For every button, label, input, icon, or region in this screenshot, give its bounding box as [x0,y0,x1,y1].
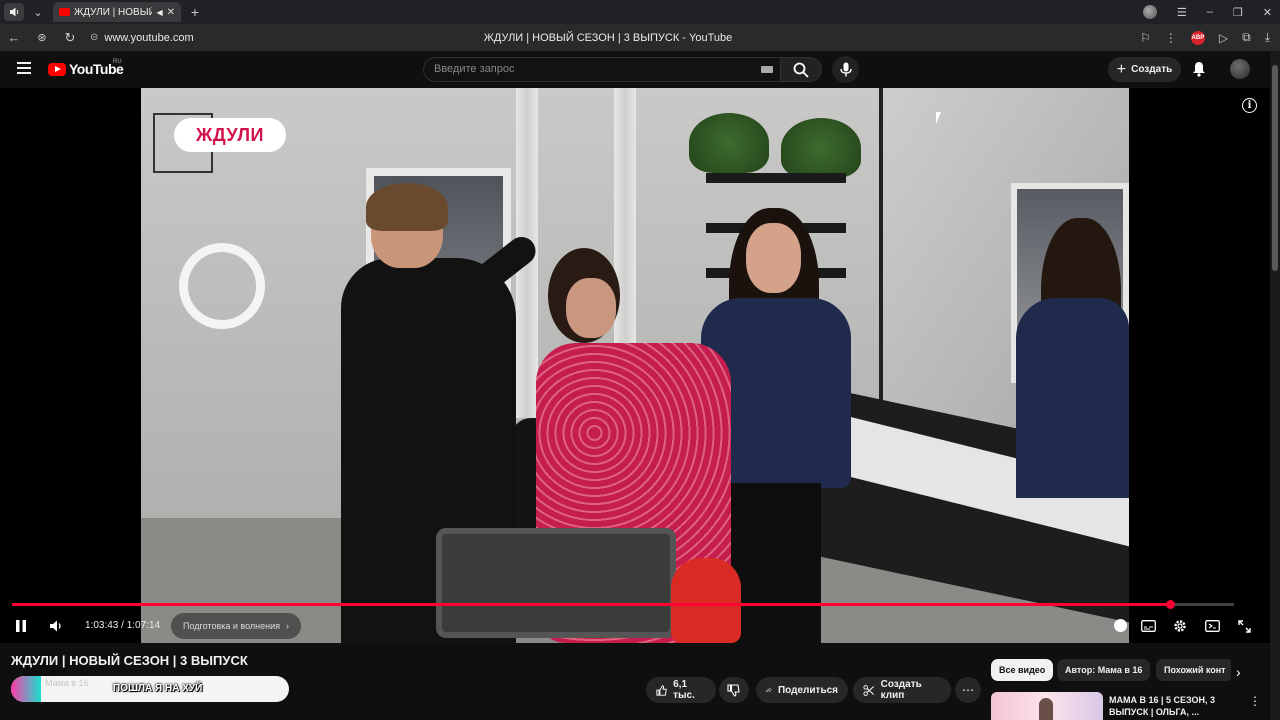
video-frame[interactable]: ЖДУЛИ [141,88,1129,643]
page-scrollbar[interactable] [1270,51,1280,720]
volume-button[interactable] [47,616,65,636]
subtitles-icon [1140,620,1156,632]
channel-avatar[interactable] [11,676,41,702]
minimize-icon[interactable]: – [1207,6,1213,18]
plus-icon: + [1116,60,1127,78]
extensions-icon[interactable]: ⧉ [1242,30,1251,45]
recommendation-item[interactable]: МАМА В 16 | 5 СЕЗОН, 3 ВЫПУСК | ОЛЬГА, .… [991,692,1261,720]
time-display: 1:03:43 / 1:07:14 [85,620,161,631]
keyboard-icon[interactable] [761,66,773,73]
tab-audio-icon[interactable]: ◀ [156,8,162,17]
create-button[interactable]: + Создать [1108,57,1181,82]
vpn-icon[interactable]: ⊛ [28,31,56,44]
tab-title: ЖДУЛИ | НОВЫЙ С [74,6,153,18]
tab-list-chevron-icon[interactable]: ⌄ [27,1,49,23]
youtube-header: YouTube RU Введите запрос + Создать [0,51,1270,87]
channel-row[interactable]: Мама в 16 ПОШЛА Я НА ХУЙ [11,676,289,702]
share-button[interactable]: Поделиться [756,677,848,703]
more-actions-icon[interactable]: ⋯ [955,677,981,703]
progress-bar[interactable] [12,600,1234,609]
chapter-title: Подготовка и волнения [183,621,280,631]
thumbs-up-icon [656,684,667,696]
profile-icon[interactable] [1142,5,1157,19]
browser-tab-active[interactable]: ЖДУЛИ | НОВЫЙ С ◀ ✕ [53,2,181,22]
chip-related[interactable]: Похожий конт [1156,659,1231,681]
reload-icon[interactable]: ↻ [56,30,84,46]
speaker-icon[interactable] [4,3,24,21]
chapter-button[interactable]: Подготовка и волнения › [171,613,301,639]
create-clip-button[interactable]: Создать клип [853,677,951,703]
show-logo-badge: ЖДУЛИ [174,118,286,152]
info-icon[interactable]: i [1242,98,1257,113]
url-field[interactable]: ⊝ www.youtube.com [90,32,194,44]
chip-all-videos[interactable]: Все видео [991,659,1054,681]
new-tab-icon[interactable]: + [187,4,203,20]
restore-icon[interactable]: ❐ [1233,6,1243,19]
pause-button[interactable] [13,616,29,636]
share-label: Поделиться [777,684,838,696]
dislike-button[interactable] [719,677,749,703]
pause-icon [16,620,26,632]
notifications-bell-icon[interactable] [1192,61,1206,82]
recommendation-chips: Все видео Автор: Мама в 16 Похожий конт [991,659,1231,681]
search-input[interactable]: Введите запрос [423,57,781,82]
progress-played [12,603,1171,606]
channel-name[interactable]: Мама в 16 [45,678,89,688]
bookmark-icon[interactable]: ⚐ [1140,31,1151,45]
close-window-icon[interactable]: ✕ [1263,6,1272,19]
chip-author[interactable]: Автор: Мама в 16 [1057,659,1151,681]
url-text: www.youtube.com [104,31,194,44]
browser-tab-bar: ⌄ ЖДУЛИ | НОВЫЙ С ◀ ✕ + ☰ – ❐ ✕ [0,0,1280,24]
back-icon[interactable]: ← [0,30,28,45]
youtube-favicon-icon [59,8,70,16]
player-controls: 1:03:43 / 1:07:14 Подготовка и волнения … [0,610,1270,643]
like-count: 6,1 тыс. [673,679,695,701]
account-avatar[interactable] [1230,59,1250,79]
volume-icon [50,620,61,632]
menu-icon[interactable]: ☰ [1177,6,1187,19]
media-icon[interactable]: ▷ [1219,31,1228,45]
miniplayer-button[interactable] [1203,616,1221,636]
region-label: RU [113,59,122,65]
search-icon [793,62,809,78]
miniplayer-icon [1204,620,1220,632]
voice-search-button[interactable] [832,56,859,83]
scissors-icon [863,684,875,696]
clip-label: Создать клип [880,679,922,701]
channel-overlay-text: ПОШЛА Я НА ХУЙ [113,683,203,694]
recommendation-thumbnail[interactable] [991,692,1103,720]
subtitles-button[interactable] [1139,616,1157,636]
address-bar: ← ⊛ ↻ ⊝ www.youtube.com ЖДУЛИ | НОВЫЙ СЕ… [0,24,1280,51]
share-icon [766,687,772,694]
autoplay-toggle[interactable] [1104,619,1127,632]
guide-menu-icon[interactable] [17,62,31,74]
settings-button[interactable] [1171,616,1189,636]
recommendation-menu-icon[interactable]: ⋮ [1249,694,1261,708]
thumbs-down-icon [727,683,740,697]
more-options-icon[interactable]: ⋮ [1165,31,1177,45]
progress-scrubber[interactable] [1166,600,1176,609]
chips-next-icon[interactable]: › [1236,664,1241,680]
gear-icon [1174,620,1186,632]
site-info-icon[interactable]: ⊝ [90,32,98,43]
recommendation-title[interactable]: МАМА В 16 | 5 СЕЗОН, 3 ВЫПУСК | ОЛЬГА, .… [1109,694,1239,718]
chevron-right-icon: › [285,621,289,631]
microphone-icon [839,62,852,77]
create-label: Создать [1131,64,1173,75]
tab-close-icon[interactable]: ✕ [167,7,175,18]
adblock-icon[interactable]: ABP [1190,30,1205,45]
search-button[interactable] [781,57,822,82]
video-title: ЖДУЛИ | НОВЫЙ СЕЗОН | 3 ВЫПУСК [11,653,248,668]
fullscreen-button[interactable] [1235,616,1253,636]
like-button[interactable]: 6,1 тыс. [646,677,716,703]
youtube-logo-icon [48,62,66,76]
mouse-cursor [936,112,941,124]
fullscreen-icon [1237,619,1251,633]
video-player[interactable]: ЖДУЛИ i 1:03:43 / 1:07:14 Подготовка и в… [0,88,1270,643]
scrollbar-thumb[interactable] [1272,65,1278,271]
download-icon[interactable]: ⤓ [1265,30,1270,45]
